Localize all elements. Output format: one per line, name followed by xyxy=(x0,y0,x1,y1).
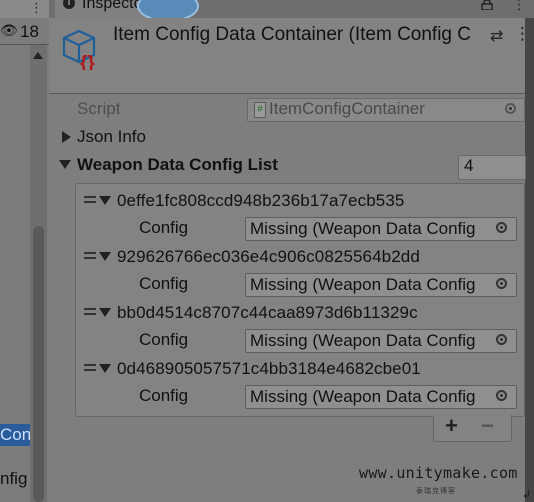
add-element-button[interactable]: + xyxy=(445,413,458,439)
remove-element-button[interactable]: − xyxy=(481,413,494,439)
object-picker-icon[interactable] xyxy=(496,390,507,401)
config-object-field[interactable]: Missing (Weapon Data Config xyxy=(245,385,517,409)
drag-handle-icon[interactable] xyxy=(84,364,96,371)
foldout-arrow-icon[interactable] xyxy=(99,252,111,261)
drag-handle-icon[interactable] xyxy=(84,252,96,259)
foldout-arrow-icon[interactable] xyxy=(62,131,71,143)
list-item-id[interactable]: 0effe1fc808ccd948b236b17a7ecb535 xyxy=(117,191,404,211)
script-label: Script xyxy=(77,99,121,118)
eye-hidden-icon: 👁 xyxy=(0,22,18,38)
foldout-arrow-icon[interactable] xyxy=(59,160,71,169)
drag-handle-icon[interactable] xyxy=(84,308,96,315)
watermark-subtitle: 泰瑞克博客 xyxy=(416,488,456,495)
foldout-arrow-icon[interactable] xyxy=(99,364,111,373)
config-value: Missing (Weapon Data Config xyxy=(250,275,476,294)
config-value: Missing (Weapon Data Config xyxy=(250,387,476,406)
hidden-count: 18 xyxy=(20,22,39,41)
panel-edge xyxy=(525,18,534,502)
object-title: Item Config Data Container (Item Config … xyxy=(113,24,471,45)
scroll-up-icon[interactable] xyxy=(33,52,43,59)
list-item-id[interactable]: 929626766ec036e4c906c0825564b2dd xyxy=(117,247,420,267)
scriptable-object-icon: {} xyxy=(62,29,95,70)
config-label: Config xyxy=(139,330,189,349)
config-object-field[interactable]: Missing (Weapon Data Config xyxy=(245,329,517,353)
config-label: Config xyxy=(139,218,189,237)
config-object-field[interactable]: Missing (Weapon Data Config xyxy=(245,273,517,297)
object-picker-icon[interactable] xyxy=(496,222,507,233)
lock-icon[interactable] xyxy=(481,0,493,10)
drag-handle-icon[interactable] xyxy=(84,196,96,203)
object-picker-icon[interactable] xyxy=(496,334,507,345)
script-asset-icon: # xyxy=(254,102,266,118)
weapon-list-foldout[interactable]: Weapon Data Config List xyxy=(77,155,278,175)
hierarchy-item-selected[interactable]: Conf xyxy=(0,424,30,446)
config-value: Missing (Weapon Data Config xyxy=(250,219,476,238)
svg-text:{}: {} xyxy=(80,53,95,70)
config-label: Config xyxy=(139,386,189,405)
list-size-value: 4 xyxy=(464,156,474,175)
watermark: www.unitymake.com xyxy=(359,464,518,482)
foldout-arrow-icon[interactable] xyxy=(99,308,111,317)
divider xyxy=(49,93,525,94)
settings-icon[interactable]: ⋮ xyxy=(514,24,531,44)
object-picker-icon[interactable] xyxy=(496,278,507,289)
list-item-id[interactable]: 0d468905057571c4bb3184e4682cbe01 xyxy=(117,359,421,379)
hierarchy-item[interactable]: nfig xyxy=(0,468,30,490)
resize-corner-icon: ↲ xyxy=(522,489,532,501)
config-object-field[interactable]: Missing (Weapon Data Config xyxy=(245,217,517,241)
help-icon[interactable]: ⇄ xyxy=(490,26,503,46)
scrollbar-thumb[interactable] xyxy=(33,226,44,502)
config-label: Config xyxy=(139,274,189,293)
hierarchy-menu-dots-icon[interactable]: ⋮ xyxy=(30,0,43,16)
json-info-foldout[interactable]: Json Info xyxy=(77,127,146,147)
config-value: Missing (Weapon Data Config xyxy=(250,331,476,350)
script-value: ItemConfigContainer xyxy=(269,99,425,118)
object-picker-icon[interactable] xyxy=(505,103,516,114)
list-item-id[interactable]: bb0d4514c8707c44caa8973d6b11329c xyxy=(117,303,418,323)
foldout-arrow-icon[interactable] xyxy=(99,196,111,205)
menu-dots-icon[interactable]: ⋮ xyxy=(512,0,526,13)
hierarchy-visibility-toggle[interactable]: 👁 18 xyxy=(0,20,49,44)
